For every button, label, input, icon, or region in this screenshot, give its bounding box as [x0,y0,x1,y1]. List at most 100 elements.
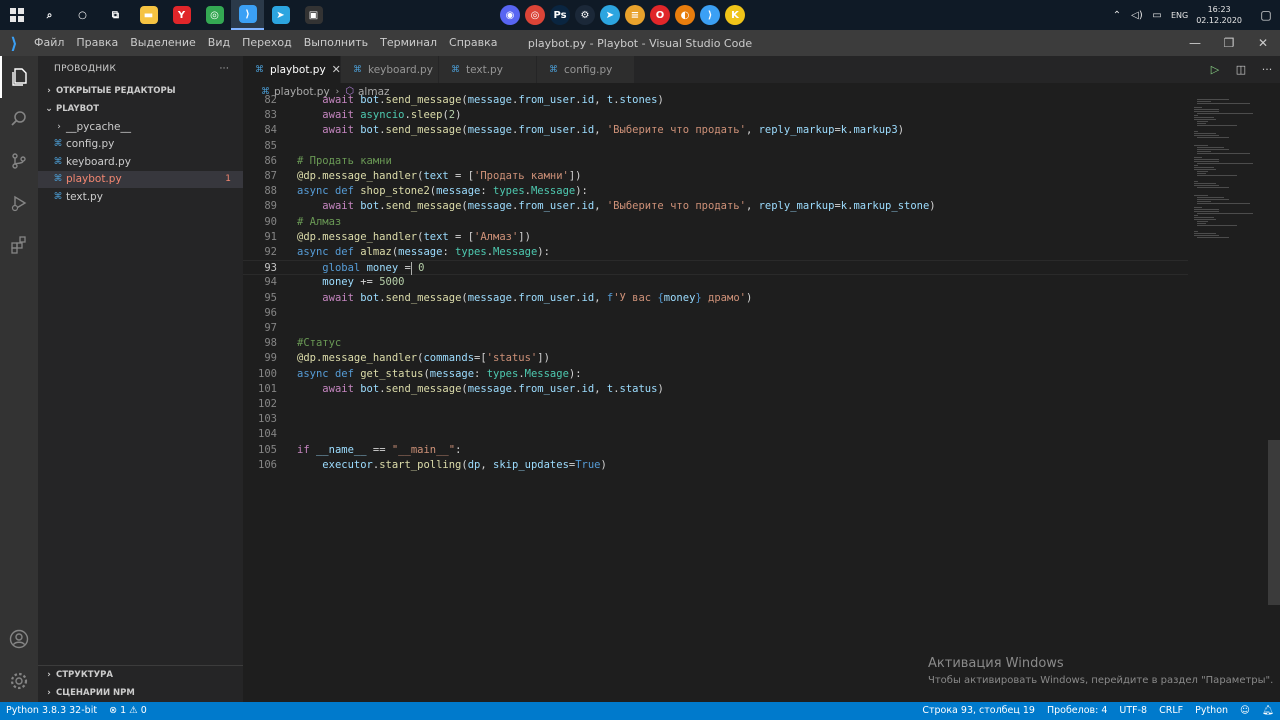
game-launcher-icon[interactable]: ≡ [625,5,645,25]
language-mode[interactable]: Python [1189,702,1234,720]
code-line[interactable]: 105 if __name__ == "__main__": [243,443,1188,458]
code-line[interactable]: 93 global money = 0 [243,260,1188,276]
taskbar-button[interactable]: ▣ [297,0,330,30]
menu-item[interactable]: Файл [28,30,70,56]
tree-item[interactable]: › __pycache__ [38,118,243,136]
code-line[interactable]: 89 await bot.send_message(message.from_u… [243,199,1188,214]
notifications-bell-icon[interactable]: 🔔︎ [1256,702,1280,720]
indentation[interactable]: Пробелов: 4 [1041,702,1113,720]
tree-item[interactable]: ⌘ keyboard.py [38,153,243,171]
scrollbar-thumb[interactable] [1268,440,1280,605]
taskbar-button[interactable]: ○ [66,0,99,30]
taskbar-button[interactable]: ⟩ [231,0,264,30]
tab-keyboard-py[interactable]: ⌘ keyboard.py [341,56,439,83]
code-line[interactable]: 82 await bot.send_message(message.from_u… [243,93,1188,108]
code-line[interactable]: 88 async def shop_stone2(message: types.M… [243,184,1188,199]
tree-item[interactable]: ⌘ config.py [38,136,243,154]
discord-icon[interactable]: ◉ [500,5,520,25]
tab-playbot-py[interactable]: ⌘ playbot.py ✕ [243,56,341,83]
code-line[interactable]: 85 [243,139,1188,154]
tree-item[interactable]: ⌘ playbot.py 1 [38,170,243,188]
code-line[interactable]: 100 async def get_status(message: types.M… [243,367,1188,382]
close-icon[interactable]: ✕ [1246,30,1280,56]
taskbar-button[interactable]: Y [165,0,198,30]
menu-item[interactable]: Переход [236,30,298,56]
code-line[interactable]: 103 [243,412,1188,427]
taskbar-button[interactable]: ▬ [132,0,165,30]
search-icon[interactable] [0,98,38,140]
code-line[interactable]: 86 # Продать камни [243,154,1188,169]
more-actions-icon[interactable]: ··· [220,64,229,74]
split-editor-icon[interactable]: ◫ [1228,63,1254,76]
code-line[interactable]: 96 [243,306,1188,321]
npm-scripts-section[interactable]: › СЦЕНАРИИ NPM [38,684,243,702]
source-control-icon[interactable] [0,140,38,182]
code-line[interactable]: 101 await bot.send_message(message.from_… [243,382,1188,397]
run-debug-icon[interactable] [0,182,38,224]
notification-icon[interactable]: ▢ [1252,8,1280,22]
blender-icon[interactable]: ◐ [675,5,695,25]
code-line[interactable]: 92 async def almaz(message: types.Message… [243,245,1188,260]
menu-item[interactable]: Правка [70,30,124,56]
clock[interactable]: 16:23 02.12.2020 [1196,4,1242,26]
minimap[interactable] [1188,93,1268,702]
opera-icon[interactable]: O [650,5,670,25]
windows-logo-icon[interactable] [0,0,33,30]
menu-item[interactable]: Справка [443,30,503,56]
chevron-up-icon[interactable]: ⌃ [1110,10,1124,21]
taskbar-button[interactable]: ◎ [198,0,231,30]
tab-text-py[interactable]: ⌘ text.py [439,56,537,83]
app-k-icon[interactable]: K [725,5,745,25]
telegram-app-icon[interactable]: ➤ [600,5,620,25]
outline-section[interactable]: › СТРУКТУРА [38,666,243,684]
code-line[interactable]: 102 [243,397,1188,412]
taskbar-button[interactable]: ⌕ [33,0,66,30]
tree-item[interactable]: ⌘ text.py [38,188,243,206]
minimize-icon[interactable]: — [1178,30,1212,56]
code-line[interactable]: 97 [243,321,1188,336]
extensions-icon[interactable] [0,224,38,266]
code-line[interactable]: 90 # Алмаз [243,215,1188,230]
vscode-app-icon[interactable]: ⟩ [700,5,720,25]
cursor-position[interactable]: Строка 93, столбец 19 [916,702,1041,720]
python-interpreter[interactable]: Python 3.8.3 32-bit [0,702,103,720]
menu-item[interactable]: Терминал [374,30,443,56]
tab-config-py[interactable]: ⌘ config.py [537,56,635,83]
open-editors-section[interactable]: › ОТКРЫТЫЕ РЕДАКТОРЫ [38,82,243,100]
settings-gear-icon[interactable] [0,660,38,702]
language-indicator[interactable]: ENG [1171,11,1188,20]
code-line[interactable]: 83 await asyncio.sleep(2) [243,108,1188,123]
encoding[interactable]: UTF-8 [1113,702,1153,720]
menu-item[interactable]: Выполнить [298,30,374,56]
account-icon[interactable] [0,618,38,660]
problems-indicator[interactable]: ⊗ 1 ⚠ 0 [103,702,153,720]
menu-item[interactable]: Выделение [124,30,202,56]
run-python-file-icon[interactable]: ▷ [1202,63,1228,76]
code-line[interactable]: 104 [243,427,1188,442]
explorer-icon[interactable] [0,56,38,98]
restore-icon[interactable]: ❐ [1212,30,1246,56]
code-line[interactable]: 87 @dp.message_handler(text = ['Продать к… [243,169,1188,184]
close-tab-icon[interactable]: ✕ [332,63,341,76]
code-line[interactable]: 99 @dp.message_handler(commands=['status'… [243,351,1188,366]
code-line[interactable]: 106 executor.start_polling(dp, skip_upda… [243,458,1188,473]
chrome-app-icon[interactable]: ◎ [525,5,545,25]
taskbar-button[interactable]: ⧉ [99,0,132,30]
feedback-icon[interactable]: ☺ [1234,702,1256,720]
steam-icon[interactable]: ⚙ [575,5,595,25]
taskbar-button[interactable]: ➤ [264,0,297,30]
code-line[interactable]: 95 await bot.send_message(message.from_u… [243,291,1188,306]
network-icon[interactable]: ▭ [1150,10,1164,21]
code-editor[interactable]: 82 await bot.send_message(message.from_u… [243,93,1188,702]
line-ending[interactable]: CRLF [1153,702,1189,720]
menu-item[interactable]: Вид [202,30,236,56]
photoshop-icon[interactable]: Ps [550,5,570,25]
editor-scrollbar[interactable] [1268,93,1280,702]
code-line[interactable]: 91 @dp.message_handler(text = ['Алмаз']) [243,230,1188,245]
code-line[interactable]: 84 await bot.send_message(message.from_u… [243,123,1188,138]
volume-icon[interactable]: ◁) [1130,10,1144,21]
code-line[interactable]: 94 money += 5000 [243,275,1188,290]
code-line[interactable]: 98 #Статус [243,336,1188,351]
more-actions-icon[interactable]: ··· [1254,63,1280,76]
project-section[interactable]: ⌄ PLAYBOT [38,100,243,118]
